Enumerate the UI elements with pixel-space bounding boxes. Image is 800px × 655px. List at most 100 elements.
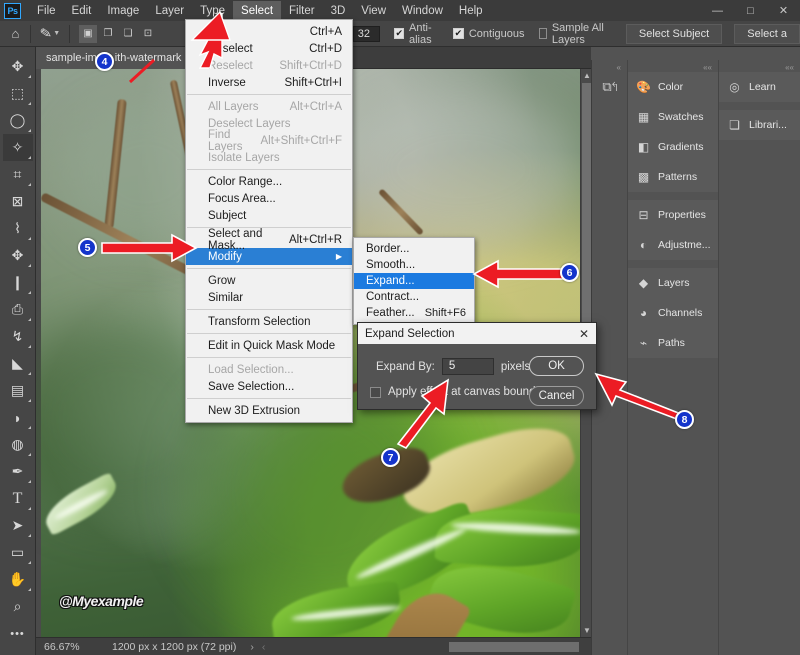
panel-tab-channels[interactable]: ◕ Channels bbox=[628, 298, 718, 328]
clone-stamp-tool[interactable]: ⎙ bbox=[3, 296, 33, 323]
zoom-level[interactable]: 66.67% bbox=[36, 641, 108, 653]
history-brush-tool[interactable]: ↯ bbox=[3, 323, 33, 350]
panel-tab-color[interactable]: 🎨 Color bbox=[628, 72, 718, 102]
maximize-button[interactable]: □ bbox=[734, 0, 767, 21]
menu-item-deselect[interactable]: Deselect Ctrl+D bbox=[186, 40, 352, 57]
menu-view[interactable]: View bbox=[353, 1, 394, 21]
subtract-from-selection-button[interactable]: ❏ bbox=[118, 24, 137, 43]
anti-alias-option[interactable]: Anti-alias bbox=[394, 22, 438, 46]
sample-all-layers-checkbox[interactable] bbox=[538, 28, 547, 39]
panel-tab-layers[interactable]: ◆ Layers bbox=[628, 268, 718, 298]
scroll-up-arrow-icon[interactable]: ▲ bbox=[583, 71, 591, 80]
panel-tab-adjustments[interactable]: ◐ Adjustme... bbox=[628, 230, 718, 260]
panel-tab-libraries[interactable]: ❏ Librari... bbox=[719, 110, 800, 140]
close-button[interactable]: ✕ bbox=[767, 0, 800, 21]
submenu-item-feather[interactable]: Feather... Shift+F6 bbox=[354, 305, 474, 321]
document-tab[interactable]: sample-im ith-watermark bbox=[36, 47, 192, 69]
apply-effect-row[interactable]: Apply effect at canvas bounds bbox=[370, 386, 541, 398]
new-selection-button[interactable]: ▣ bbox=[78, 24, 97, 43]
menu-help[interactable]: Help bbox=[451, 1, 491, 21]
default-colors-icon[interactable]: ❐ ↻ bbox=[3, 647, 33, 655]
contiguous-checkbox[interactable] bbox=[452, 28, 464, 39]
ok-button[interactable]: OK bbox=[529, 356, 584, 376]
submenu-item-smooth[interactable]: Smooth... bbox=[354, 257, 474, 273]
panel-tab-learn[interactable]: ◎ Learn bbox=[719, 72, 800, 102]
home-icon[interactable]: ⌂ bbox=[6, 26, 25, 41]
close-icon[interactable]: ✕ bbox=[579, 327, 589, 341]
submenu-item-contract[interactable]: Contract... bbox=[354, 289, 474, 305]
apply-effect-checkbox[interactable] bbox=[370, 386, 381, 398]
pen-tool[interactable]: ✒ bbox=[3, 458, 33, 485]
rectangular-marquee-tool[interactable]: ⬚ bbox=[3, 80, 33, 107]
type-tool[interactable]: T bbox=[3, 485, 33, 512]
menu-window[interactable]: Window bbox=[394, 1, 451, 21]
menu-edit[interactable]: Edit bbox=[64, 1, 100, 21]
menu-item-all[interactable]: All Ctrl+A bbox=[186, 23, 352, 40]
zoom-tool[interactable]: ⌕ bbox=[3, 593, 33, 620]
anti-alias-checkbox[interactable] bbox=[394, 28, 404, 39]
spot-healing-brush-tool[interactable]: ✥ bbox=[3, 242, 33, 269]
menu-image[interactable]: Image bbox=[99, 1, 147, 21]
scroll-down-arrow-icon[interactable]: ▼ bbox=[583, 626, 591, 635]
panel-tab-patterns[interactable]: ▩ Patterns bbox=[628, 162, 718, 192]
lasso-tool[interactable]: ◯ bbox=[3, 107, 33, 134]
intersect-selection-button[interactable]: ⊡ bbox=[138, 24, 157, 43]
hand-tool[interactable]: ✋ bbox=[3, 566, 33, 593]
eraser-tool[interactable]: ◣ bbox=[3, 350, 33, 377]
menu-item-new-3d-extrusion[interactable]: New 3D Extrusion bbox=[186, 402, 352, 419]
menu-item-similar[interactable]: Similar bbox=[186, 289, 352, 306]
swatches-grid-icon: ▦ bbox=[637, 110, 650, 124]
crop-tool[interactable]: ⌗ bbox=[3, 161, 33, 188]
select-subject-button[interactable]: Select Subject bbox=[625, 23, 723, 44]
status-collapse-arrow-icon[interactable]: ‹ bbox=[262, 641, 266, 653]
panel-tab-gradients[interactable]: ◧ Gradients bbox=[628, 132, 718, 162]
move-tool[interactable]: ✥ bbox=[3, 53, 33, 80]
magic-wand-tool[interactable]: ✧ bbox=[2, 134, 33, 161]
status-expand-arrow-icon[interactable]: › bbox=[250, 641, 254, 653]
history-icon[interactable]: ⧉↰ bbox=[592, 72, 628, 102]
frame-tool[interactable]: ⊠ bbox=[3, 188, 33, 215]
cancel-button[interactable]: Cancel bbox=[529, 386, 584, 406]
contiguous-option[interactable]: Contiguous bbox=[452, 28, 525, 40]
path-selection-tool[interactable]: ➤ bbox=[3, 512, 33, 539]
menu-layer[interactable]: Layer bbox=[147, 1, 192, 21]
gradient-tool[interactable]: ▤ bbox=[3, 377, 33, 404]
menu-select[interactable]: Select bbox=[233, 0, 282, 21]
collapse-dock-b-icon[interactable]: «« bbox=[628, 60, 718, 72]
active-tool-preset[interactable]: ✎ ▼ bbox=[36, 23, 65, 44]
horizontal-scrollbar[interactable] bbox=[449, 642, 579, 652]
menu-item-grow[interactable]: Grow bbox=[186, 272, 352, 289]
minimize-button[interactable]: — bbox=[701, 0, 734, 21]
brush-tool[interactable]: ❙ bbox=[3, 269, 33, 296]
menu-item-subject[interactable]: Subject bbox=[186, 207, 352, 224]
expand-panels-icon[interactable]: « bbox=[592, 60, 627, 72]
menu-item-inverse[interactable]: Inverse Shift+Ctrl+I bbox=[186, 74, 352, 91]
eyedropper-tool[interactable]: ⌇ bbox=[3, 215, 33, 242]
chevron-down-icon[interactable]: ▼ bbox=[53, 30, 60, 37]
edit-toolbar-button[interactable]: ••• bbox=[3, 620, 33, 647]
menu-item-select-and-mask[interactable]: Select and Mask... Alt+Ctrl+R bbox=[186, 228, 352, 252]
rectangle-tool[interactable]: ▭ bbox=[3, 539, 33, 566]
panel-tab-paths[interactable]: ⌁ Paths bbox=[628, 328, 718, 358]
menu-item-edit-in-quick-mask-mode[interactable]: Edit in Quick Mask Mode bbox=[186, 337, 352, 354]
menu-item-transform-selection[interactable]: Transform Selection bbox=[186, 313, 352, 330]
menu-item-focus-area[interactable]: Focus Area... bbox=[186, 190, 352, 207]
menu-item-save-selection[interactable]: Save Selection... bbox=[186, 378, 352, 395]
collapse-dock-c-icon[interactable]: «« bbox=[719, 60, 800, 72]
menu-item-color-range[interactable]: Color Range... bbox=[186, 173, 352, 190]
select-and-mask-button[interactable]: Select a bbox=[734, 23, 800, 44]
blur-tool[interactable]: ◗ bbox=[3, 404, 33, 431]
panel-tab-swatches[interactable]: ▦ Swatches bbox=[628, 102, 718, 132]
menu-3d[interactable]: 3D bbox=[323, 1, 354, 21]
submenu-item-border[interactable]: Border... bbox=[354, 241, 474, 257]
dodge-tool[interactable]: ◍ bbox=[3, 431, 33, 458]
expand-by-input[interactable]: 5 bbox=[441, 358, 494, 375]
sample-all-layers-option[interactable]: Sample All Layers bbox=[538, 22, 614, 46]
menu-file[interactable]: File bbox=[29, 1, 64, 21]
add-to-selection-button[interactable]: ❐ bbox=[98, 24, 117, 43]
tolerance-input[interactable]: 32 bbox=[352, 25, 381, 42]
menu-type[interactable]: Type bbox=[192, 1, 233, 21]
panel-tab-properties[interactable]: ⊟ Properties bbox=[628, 200, 718, 230]
menu-filter[interactable]: Filter bbox=[281, 1, 323, 21]
submenu-item-expand[interactable]: Expand... bbox=[354, 273, 474, 289]
